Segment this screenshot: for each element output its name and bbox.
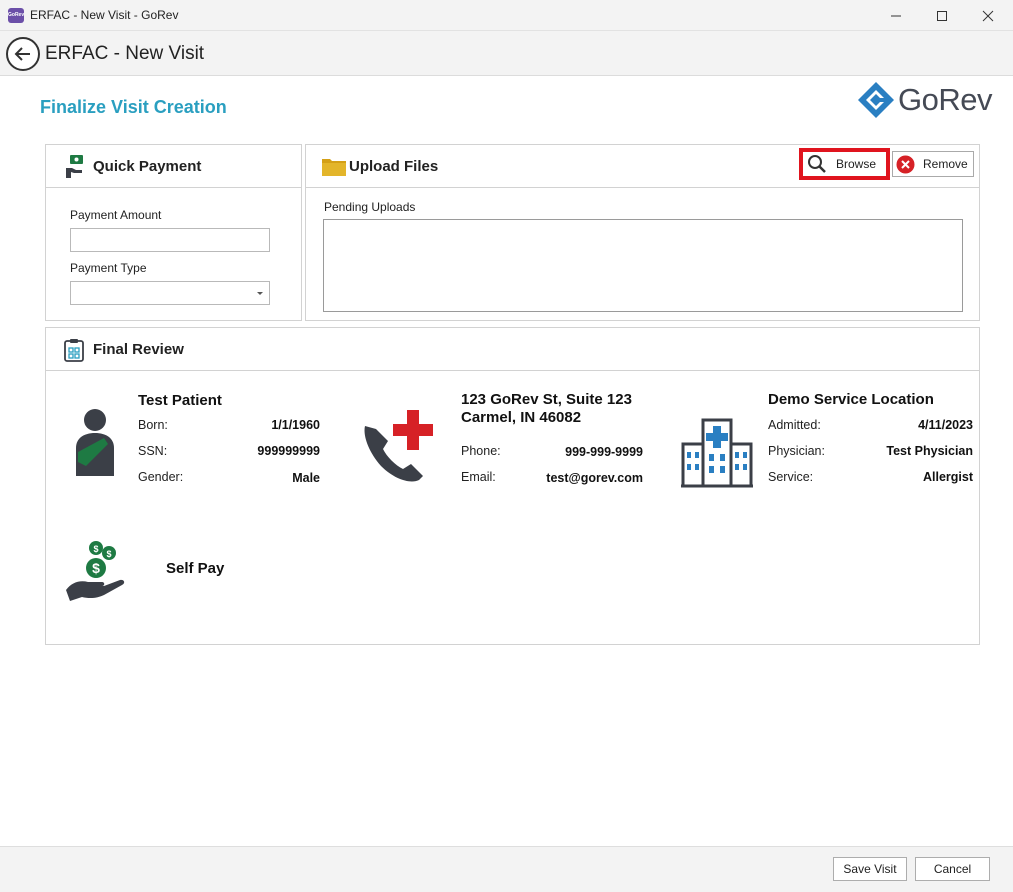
service-label: Service: bbox=[768, 470, 814, 484]
payment-type-dropdown[interactable] bbox=[70, 281, 270, 305]
phone-label: Phone: bbox=[461, 444, 501, 458]
cancel-button[interactable]: Cancel bbox=[915, 857, 990, 881]
app-icon: GoRev bbox=[8, 8, 24, 23]
remove-icon bbox=[896, 155, 915, 173]
final-review-title: Final Review bbox=[93, 341, 184, 358]
quick-payment-panel: Quick Payment Payment Amount Payment Typ… bbox=[45, 144, 302, 321]
pending-uploads-label: Pending Uploads bbox=[324, 200, 416, 214]
save-visit-button[interactable]: Save Visit bbox=[833, 857, 907, 881]
svg-text:$: $ bbox=[92, 560, 100, 576]
payer-name: Self Pay bbox=[166, 560, 225, 577]
minimize-icon bbox=[891, 15, 901, 16]
patient-icon bbox=[76, 409, 114, 476]
physician-value: Test Physician bbox=[886, 444, 973, 458]
svg-text:$: $ bbox=[106, 549, 111, 559]
close-button[interactable] bbox=[965, 0, 1011, 31]
browse-label: Browse bbox=[836, 157, 877, 171]
chevron-down-icon bbox=[257, 292, 263, 295]
payment-icon bbox=[66, 155, 83, 178]
final-review-header: Final Review bbox=[46, 328, 979, 371]
gender-value: Male bbox=[292, 471, 320, 485]
quick-payment-title: Quick Payment bbox=[93, 158, 202, 175]
search-icon bbox=[808, 155, 826, 173]
navigation-bar: ERFAC - New Visit bbox=[0, 31, 1013, 76]
clipboard-icon bbox=[64, 339, 84, 362]
admitted-value: 4/11/2023 bbox=[918, 418, 973, 432]
gender-label: Gender: bbox=[138, 470, 184, 484]
payment-type-label: Payment Type bbox=[70, 261, 147, 275]
window-title: ERFAC - New Visit - GoRev bbox=[30, 8, 179, 22]
physician-label: Physician: bbox=[768, 444, 825, 458]
quick-payment-header: Quick Payment bbox=[46, 145, 301, 188]
nav-title: ERFAC - New Visit bbox=[45, 43, 205, 64]
gorev-logo-icon bbox=[858, 82, 894, 118]
minimize-button[interactable] bbox=[873, 0, 919, 31]
phone-value: 999-999-9999 bbox=[565, 445, 643, 459]
close-icon bbox=[982, 10, 994, 21]
ssn-value: 999999999 bbox=[257, 444, 320, 458]
page-title: Finalize Visit Creation bbox=[40, 97, 227, 117]
phone-medical-icon bbox=[364, 410, 433, 482]
arrow-left-icon bbox=[14, 47, 30, 61]
admitted-label: Admitted: bbox=[768, 418, 821, 432]
remove-button[interactable]: Remove bbox=[892, 151, 974, 177]
email-label: Email: bbox=[461, 470, 496, 484]
back-button[interactable] bbox=[6, 37, 40, 71]
address-line-2: Carmel, IN 46082 bbox=[461, 409, 582, 426]
hospital-icon bbox=[681, 418, 753, 488]
ssn-label: SSN: bbox=[138, 444, 168, 458]
service-value: Allergist bbox=[922, 470, 973, 484]
gorev-logo: GoRev bbox=[856, 80, 996, 120]
money-hand-icon: $ $ $ bbox=[66, 541, 125, 601]
window-titlebar: GoRev ERFAC - New Visit - GoRev bbox=[0, 0, 1013, 31]
logo-text: GoRev bbox=[898, 82, 992, 117]
email-value: test@gorev.com bbox=[546, 471, 643, 485]
payment-amount-input[interactable] bbox=[70, 228, 270, 252]
location-name: Demo Service Location bbox=[768, 391, 934, 408]
remove-label: Remove bbox=[923, 157, 968, 171]
born-label: Born: bbox=[138, 418, 168, 432]
address-line-1: 123 GoRev St, Suite 123 bbox=[461, 391, 632, 408]
final-review-panel: Final Review Test Patient Born: 1/1/1960… bbox=[45, 327, 980, 645]
browse-button[interactable]: Browse bbox=[799, 148, 890, 180]
maximize-button[interactable] bbox=[919, 0, 965, 31]
pending-uploads-list[interactable] bbox=[323, 219, 963, 312]
upload-files-title: Upload Files bbox=[349, 158, 439, 175]
svg-text:$: $ bbox=[93, 544, 98, 554]
folder-icon bbox=[322, 159, 346, 176]
maximize-icon bbox=[937, 10, 947, 21]
patient-name: Test Patient bbox=[138, 392, 222, 409]
payment-amount-label: Payment Amount bbox=[70, 208, 162, 222]
born-value: 1/1/1960 bbox=[271, 418, 320, 432]
